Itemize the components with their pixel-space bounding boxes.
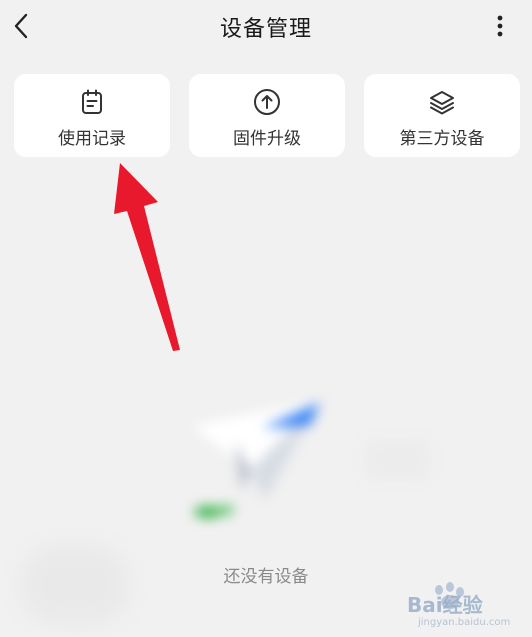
third-party-devices-card[interactable]: 第三方设备 — [364, 74, 520, 157]
layers-icon — [430, 91, 454, 115]
firmware-upgrade-card[interactable]: 固件升级 — [189, 74, 345, 157]
paper-plane-illustration — [192, 400, 430, 518]
usage-records-label: 使用记录 — [58, 129, 126, 149]
third-party-devices-label: 第三方设备 — [399, 129, 485, 149]
usage-records-card[interactable]: 使用记录 — [14, 74, 170, 157]
upload-circle-icon — [254, 89, 280, 115]
clipboard-icon — [82, 89, 102, 114]
watermark-url: jingyan.baidu.com — [418, 617, 511, 628]
more-vertical-icon — [497, 15, 503, 37]
page-title: 设备管理 — [219, 17, 312, 42]
firmware-upgrade-label: 固件升级 — [233, 129, 301, 149]
quick-actions: 使用记录 固件升级 第三方设备 — [14, 74, 520, 158]
watermark-text: Bai经验 — [407, 593, 483, 617]
more-options-button[interactable] — [490, 12, 510, 40]
top-bar: 设备管理 — [0, 0, 532, 52]
